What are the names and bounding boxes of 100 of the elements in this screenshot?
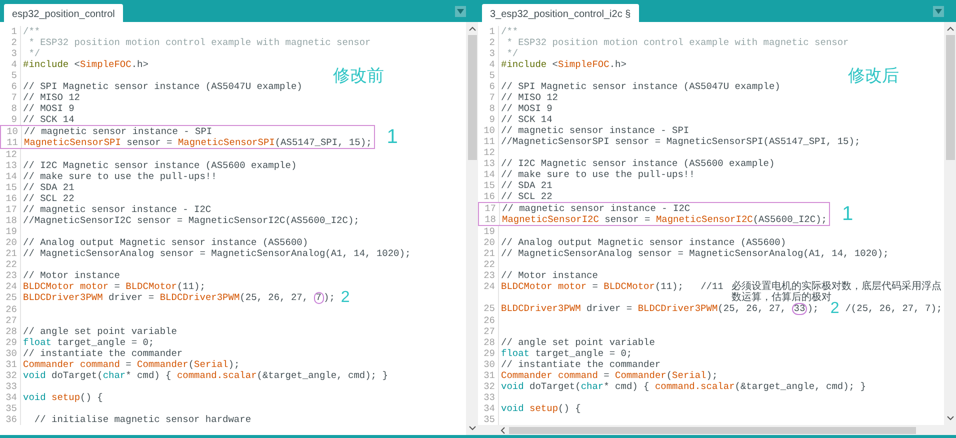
code-token: (AS5600_I2C); [752,214,827,225]
line-number: 25 [482,303,496,315]
code-token: // Motor instance [23,270,120,281]
code-token: //MagneticSensorSPI sensor = MagneticSensorSPI(AS5147_SPI, 15); [501,136,860,147]
code-token: (&target_angle, cmd); } [734,381,866,392]
scroll-left-icon[interactable] [500,426,505,434]
line-number: 31 [482,370,496,381]
line-number: 26 [4,304,18,315]
line-number: 27 [4,315,18,326]
code-token: //11 [700,281,724,292]
line-number: 2 [10,37,18,48]
code-token: // magnetic sensor instance - I2C [23,204,212,215]
scroll-up-icon[interactable] [468,26,476,31]
code-token: // instantiate the commander [23,348,183,359]
line-number: 11 [482,136,496,147]
annotation-number: 2 [340,292,350,303]
line-number: 4 [10,59,18,70]
code-token: Serial [194,359,228,370]
code-token: () { [558,403,581,414]
code-token: // SCK 14 [501,114,552,125]
code-token: #include [23,59,69,70]
line-number: 4 [488,59,496,70]
code-token: // SCK 14 [23,114,74,125]
code-token: MagneticSensorSPI [178,137,275,148]
circled-number: 33 [792,303,808,315]
code-token: //MagneticSensorI2C sensor = MagneticSensorI2C(AS5600_I2C); [23,215,360,226]
code-token: * cmd) { [126,370,172,381]
code-token: BLDCMotor [604,281,655,292]
code-token: // SDA 21 [23,182,74,193]
line-number: 8 [10,103,18,114]
code-token: BLDCDriver3PWM [501,303,581,314]
code-token: char [580,381,604,392]
code-token: * ESP32 position motion control example with magnetic sensor [506,37,849,48]
vertical-scrollbar[interactable] [466,22,478,435]
annotation-number: 2 [830,303,840,314]
line-number: 35 [482,414,496,425]
code-token: * cmd) { [604,381,650,392]
scrollbar-thumb[interactable] [468,35,476,160]
line-number: 30 [482,359,496,370]
code-token: // I2C Magnetic sensor instance (AS5600 example) [23,160,297,171]
code-token: = [591,281,599,292]
line-number: 3 [488,48,496,59]
line-number: 13 [4,160,18,171]
dropdown-icon[interactable] [455,6,466,17]
line-number: 34 [4,392,18,403]
code-token: (11); [654,281,684,292]
code-token: // Analog output Magnetic sensor instance (AS5600) [23,237,308,248]
code-token: // angle set point variable [23,326,177,337]
code-token: // MagneticSensorAnalog sensor = MagneticSensorAnalog(A1, 14, 1020); [501,248,889,259]
code-token: < [551,59,558,70]
line-number: 21 [482,248,496,259]
code-token: command.scalar [176,370,257,381]
code-token: // MISO 12 [23,92,80,103]
code-token: Commander [137,359,188,370]
code-token: driver = [108,292,156,303]
line-number: 27 [482,326,496,337]
line-number: 20 [482,237,496,248]
line-number: 33 [4,381,18,392]
scroll-down-icon[interactable] [468,426,476,431]
code-token: = [602,370,610,381]
code-token: MagneticSensorI2C [656,214,753,225]
code-token: setup [50,392,80,403]
code-token: // SPI Magnetic sensor instance (AS5047U example) [23,81,302,92]
code-token: float [501,348,530,359]
code-token: BLDCDriver3PWM [160,292,240,303]
code-token: // make sure to use the pull-ups!! [501,169,695,180]
code-token: .h> [609,59,626,70]
code-token: * ESP32 position motion control example with magnetic sensor [28,37,371,48]
code-token: // initialise magnetic sensor hardware [33,414,252,425]
line-number: 3 [10,48,18,59]
code-token: sensor = [126,137,174,148]
vertical-scrollbar[interactable] [944,22,956,425]
file-tab[interactable]: 3_esp32_position_control_i2c § [482,4,639,22]
scroll-up-icon[interactable] [946,26,954,31]
code-token: #include [501,59,547,70]
line-number: 13 [482,158,496,169]
line-number: 32 [4,370,18,381]
annotation-text: 修改前 [333,65,384,88]
scroll-down-icon[interactable] [946,416,954,421]
code-token: // MagneticSensorAnalog sensor = MagneticSensorAnalog(A1, 14, 1020); [23,248,411,259]
line-number: 28 [4,326,18,337]
line-number: 16 [4,193,18,204]
dropdown-icon[interactable] [933,6,944,17]
code-token: doTarget( [528,381,581,392]
code-token: command.scalar [654,381,735,392]
horizontal-scrollbar[interactable] [478,425,956,435]
scrollbar-thumb[interactable] [509,426,916,434]
code-token: motor [557,281,587,292]
line-number: 6 [488,81,496,92]
scrollbar-thumb[interactable] [946,35,954,160]
code-token: // I2C Magnetic sensor instance (AS5600 example) [501,158,775,169]
code-token: BLDCDriver3PWM [638,303,718,314]
line-number: 10 [482,125,496,136]
code-token: command [557,370,598,381]
line-number: 18 [484,214,497,225]
line-number: 18 [4,215,18,226]
file-tab[interactable]: esp32_position_control [4,4,123,22]
code-token: MagneticSensorI2C [502,214,599,225]
line-number: 22 [4,259,18,270]
line-number: 25 [4,292,18,304]
